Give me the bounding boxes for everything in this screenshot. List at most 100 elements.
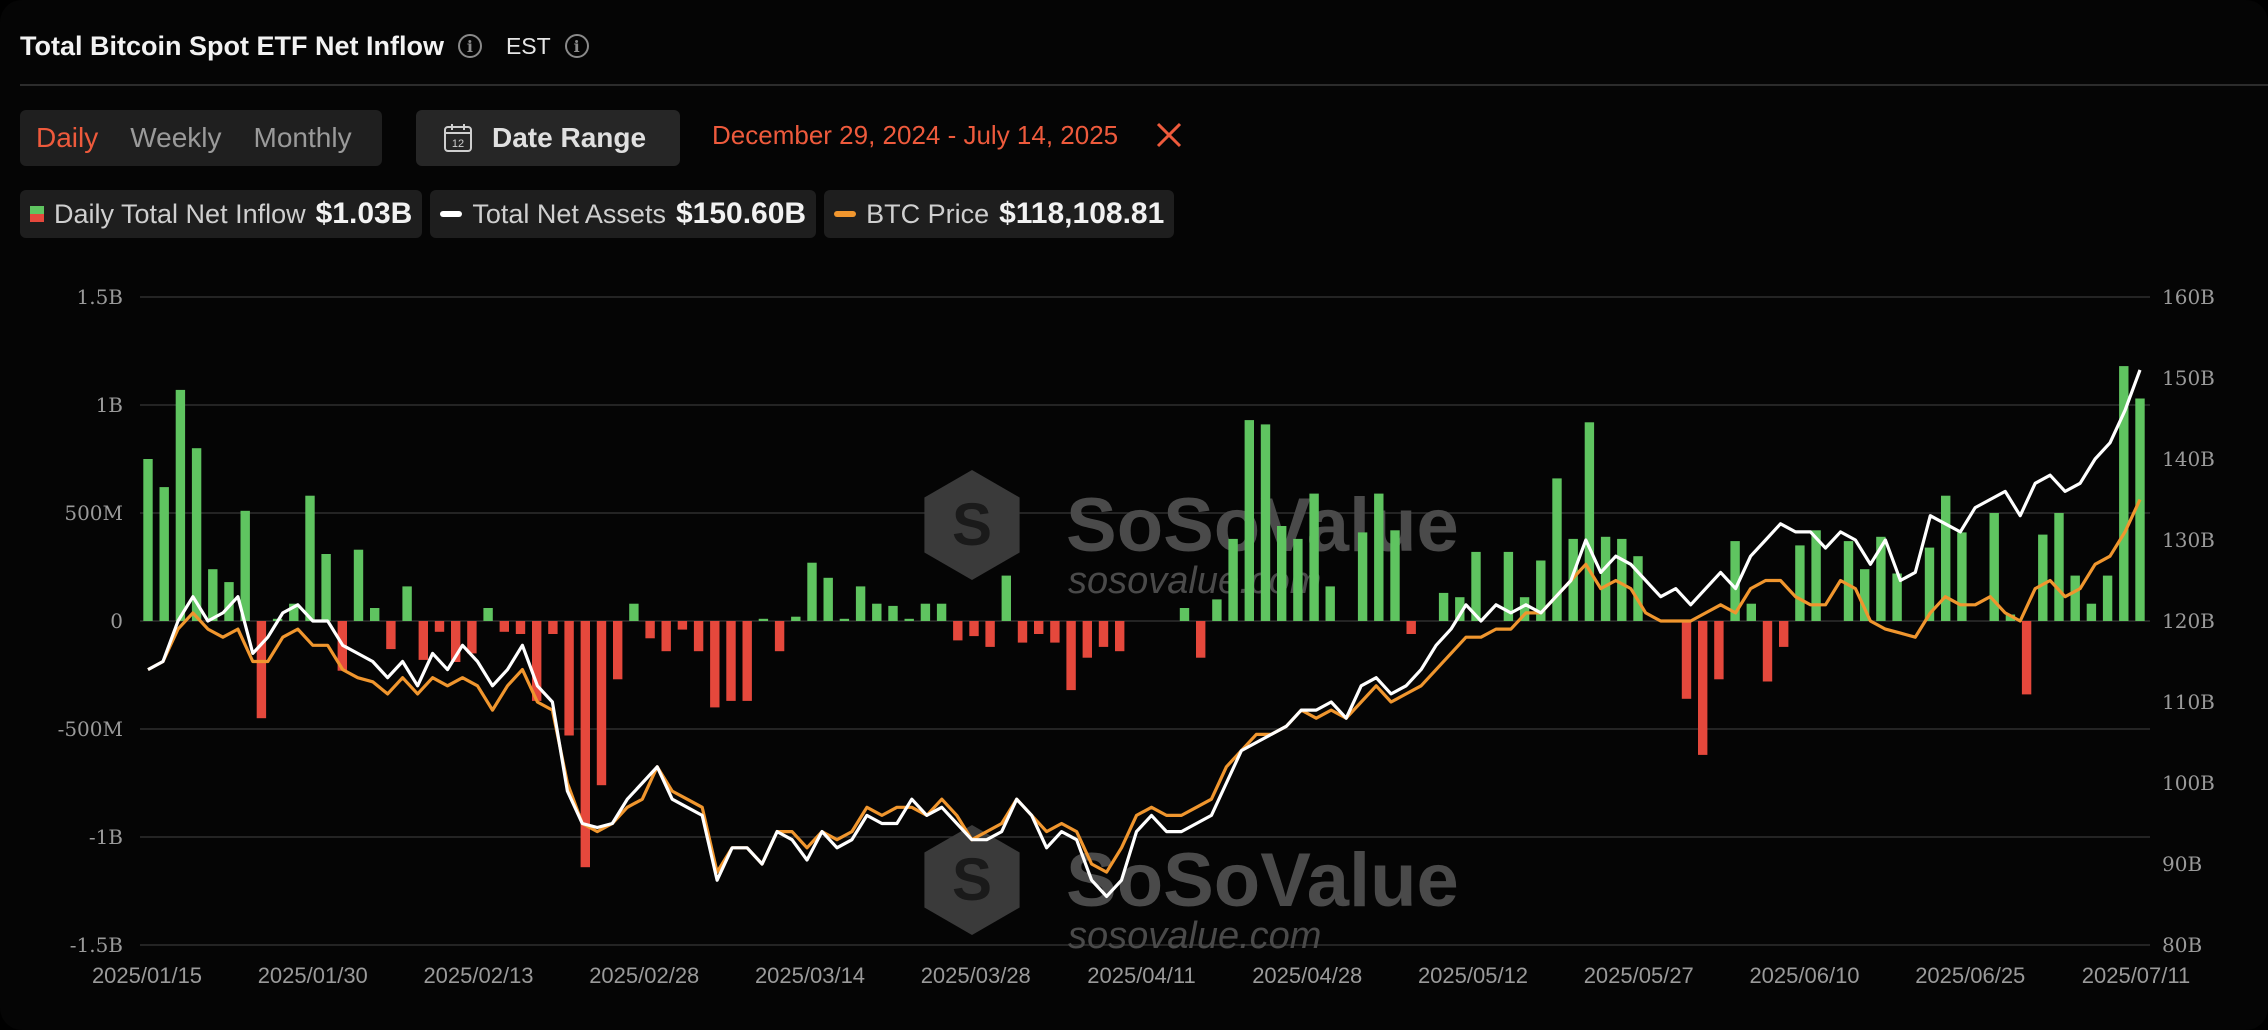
inflow-bar [580,621,590,868]
inflow-bar [143,459,153,621]
y-right-tick-label: 110B [2162,690,2215,714]
chart-legend: Daily Total Net Inflow $1.03B Total Net … [20,190,1175,238]
inflow-bar [742,621,752,701]
inflow-bar [1795,545,1805,621]
inflow-bar [1260,424,1271,621]
inflow-bar [2021,621,2032,695]
header-divider [20,84,2268,86]
inflow-bar [807,562,817,621]
legend-label: Total Net Assets [472,198,666,229]
inflow-bar [953,621,963,641]
inflow-bar [175,389,186,621]
inflow-chart[interactable]: -1.5B -1B -500M 0 500M 1B 1.5B 80B 90B 100B 110B 12… [0,270,2268,1010]
y-left-tick-label: -500M [58,717,123,741]
inflow-bar [548,621,558,634]
inflow-bar [386,621,396,650]
close-icon[interactable] [1154,120,1184,150]
inflow-bar [1406,621,1416,634]
inflow-bar [515,621,526,634]
x-tick-label: 2025/03/14 [755,963,865,988]
inflow-bar [1746,603,1756,621]
inflow-bar [872,603,882,621]
x-tick-label: 2025/01/15 [92,963,202,988]
x-tick-label: 2025/05/27 [1584,963,1694,988]
legend-item-net-inflow[interactable]: Daily Total Net Inflow $1.03B [20,190,423,238]
period-monthly-tab[interactable]: Monthly [238,122,368,154]
inflow-bar [159,487,169,621]
legend-label: BTC Price [866,198,990,229]
legend-item-btc-price[interactable]: BTC Price $118,108.81 [824,190,1175,238]
inflow-bar [1941,495,1951,621]
inflow-bar [1762,621,1773,682]
inflow-bar [1179,608,1190,621]
y-right-tick-label: 90B [2162,852,2202,876]
inflow-bar [1698,621,1708,755]
inflow-bar [256,621,267,719]
inflow-bar [1277,526,1287,621]
inflow-bar [483,608,493,621]
inflow-bar [985,621,995,647]
inflow-bar [904,618,914,621]
inflow-bar [726,621,736,701]
inflow-bar [693,621,704,652]
inflow-swatch [30,206,44,222]
inflow-bar [402,586,412,621]
price-swatch [834,211,857,217]
inflow-bar [191,448,202,621]
inflow-bar [758,618,769,621]
x-tick-label: 2025/05/12 [1418,963,1528,988]
period-weekly-tab[interactable]: Weekly [114,122,237,154]
inflow-bar [434,621,445,632]
legend-label: Daily Total Net Inflow [54,198,306,229]
inflow-bar [1001,575,1011,621]
y-right-tick-label: 130B [2162,528,2215,552]
y-left-tick-label: 1B [96,393,123,417]
y-left-tick-label: 0 [110,609,123,633]
inflow-bar [1017,621,1028,643]
inflow-bar [2086,603,2097,621]
inflow-bar [305,495,315,621]
inflow-bar [969,621,979,637]
inflow-bar [677,621,688,630]
x-tick-label: 2025/02/28 [589,963,699,988]
inflow-bar [1714,621,1724,680]
inflow-bar [1843,541,1854,621]
svg-text:sosovalue.com: sosovalue.com [1068,915,1321,957]
x-tick-label: 2025/04/28 [1252,963,1362,988]
inflow-bar [1957,532,1967,621]
inflow-bar [661,621,671,652]
timezone-info-icon[interactable]: i [564,34,589,58]
calendar-icon: 12 [444,124,472,152]
inflow-bar [936,603,947,621]
inflow-bar [791,616,801,621]
inflow-bar [1115,621,1125,652]
x-tick-label: 2025/02/13 [423,963,533,988]
net-assets-line [147,369,2142,899]
svg-text:SoSoValue: SoSoValue [1066,838,1459,923]
inflow-bar [1584,422,1595,621]
inflow-bar [1617,538,1627,621]
info-icon[interactable]: i [457,34,482,58]
assets-swatch [440,211,463,217]
inflow-bar [208,569,218,621]
chart-header: Total Bitcoin Spot ETF Net Inflow i EST … [20,26,589,66]
inflow-bar [353,549,364,621]
inflow-bar [1196,621,1206,658]
x-tick-label: 2025/03/28 [921,963,1031,988]
date-range-value: December 29, 2024 - July 14, 2025 [712,120,1119,150]
watermark-lower: S SoSoValuesosovalue.com [924,825,1459,957]
inflow-bar [920,603,931,621]
inflow-bar [1374,493,1384,621]
inflow-bar [467,621,477,654]
date-range-button[interactable]: 12 Date Range [416,110,680,166]
x-tick-label: 2025/04/11 [1087,963,1195,988]
inflow-bar [1098,621,1109,647]
inflow-bar [1228,538,1238,621]
x-tick-label: 2025/07/11 [2082,963,2190,988]
inflow-bar [1811,530,1821,621]
inflow-bar [1325,586,1335,621]
inflow-bar [1293,538,1303,621]
legend-item-net-assets[interactable]: Total Net Assets $150.60B [430,190,817,238]
inflow-bar [596,621,607,786]
period-daily-tab[interactable]: Daily [20,122,114,154]
